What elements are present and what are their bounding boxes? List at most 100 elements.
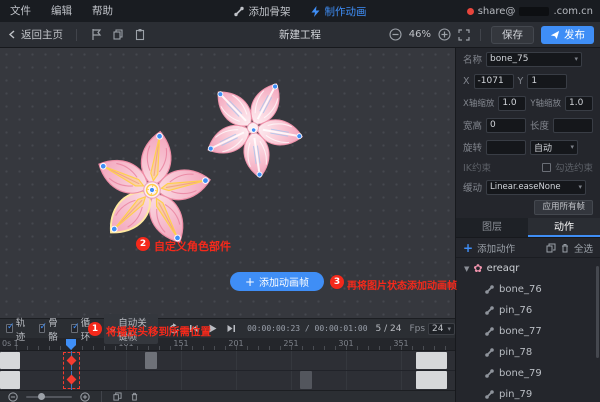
divider: [480, 28, 481, 41]
bone-icon: [485, 306, 494, 315]
keyframe-block[interactable]: [0, 352, 20, 369]
menu-file[interactable]: 文件: [0, 0, 41, 22]
bone-label: bone_77: [499, 326, 542, 337]
delete-frame-icon[interactable]: [130, 392, 139, 401]
copy-icon[interactable]: [112, 28, 124, 41]
ruler-tick: 151: [173, 339, 189, 348]
paste-icon[interactable]: [134, 28, 146, 41]
ik-checkbox[interactable]: [541, 162, 551, 172]
ik-label: IK约束: [463, 163, 492, 174]
tree-bone-item[interactable]: pin_76: [456, 300, 600, 321]
next-frame-button[interactable]: [226, 323, 237, 334]
checkbox-checked-icon: [38, 322, 47, 333]
back-home-label: 返回主页: [21, 29, 63, 41]
select-all-button[interactable]: 全选: [574, 241, 593, 255]
step-3-badge: 3: [330, 275, 344, 289]
slider-thumb[interactable]: [38, 393, 45, 400]
ruler-tick: 251: [283, 339, 299, 348]
flower-left[interactable]: [84, 123, 220, 254]
toggle-track-label: 轨迹: [15, 317, 26, 343]
menu-edit[interactable]: 编辑: [41, 0, 82, 22]
keyframe-block[interactable]: [416, 371, 447, 389]
timeline-zoom-slider[interactable]: [26, 393, 72, 400]
keyframe-block[interactable]: [0, 371, 20, 389]
step-2-badge: 2: [136, 237, 150, 251]
duplicate-action-icon[interactable]: [546, 243, 556, 253]
account-info[interactable]: share@ .com.cn: [466, 0, 593, 22]
checkbox-checked-icon: [71, 322, 79, 333]
tab-add-skeleton[interactable]: 添加骨架: [234, 4, 291, 19]
publish-label: 发布: [564, 29, 585, 41]
length-label: 长度: [530, 121, 550, 132]
bone-label: bone_76: [499, 284, 542, 295]
flower-right[interactable]: [185, 60, 322, 195]
delete-action-icon[interactable]: [560, 243, 570, 253]
menu-help[interactable]: 帮助: [82, 0, 123, 22]
root-joint-dot[interactable]: [148, 186, 156, 194]
tab-actions[interactable]: 动作: [528, 218, 600, 237]
skeleton-icon: [234, 6, 245, 17]
tab-layers[interactable]: 图层: [456, 218, 528, 237]
scale-y-field[interactable]: 1.0: [565, 95, 593, 111]
step-2-text: 自定义角色部件: [154, 240, 231, 253]
timeline-zoom-in-icon[interactable]: [80, 391, 90, 402]
size-label: 宽高: [463, 121, 483, 132]
timeline-ruler[interactable]: 0s 1 51 101 151 201 251 301 351: [0, 338, 455, 351]
length-field[interactable]: [553, 117, 593, 133]
keyframe-block[interactable]: [416, 352, 447, 369]
timeline-zoom-out-icon[interactable]: [8, 391, 18, 402]
apply-all-frames-button[interactable]: 应用所有帧: [534, 199, 593, 215]
account-email-prefix: share@: [477, 5, 516, 17]
add-keyframe-button[interactable]: + 添加动画帧: [230, 272, 324, 291]
timecode-display: 00:00:00:23 / 00:00:01:00: [247, 324, 368, 333]
rotation-field[interactable]: [486, 139, 527, 155]
zoom-level[interactable]: 46%: [409, 29, 431, 40]
publish-button[interactable]: 发布: [541, 25, 594, 44]
bone-select-value: bone_75: [490, 54, 529, 64]
fit-screen-icon[interactable]: [458, 28, 470, 41]
bone-label: pin_78: [499, 347, 533, 358]
scale-y-label: Y轴缩放: [530, 99, 562, 109]
bone-label: pin_79: [499, 389, 533, 400]
toggle-track[interactable]: 轨迹: [6, 315, 29, 343]
y-field[interactable]: 1: [527, 73, 568, 89]
account-email-suffix: .com.cn: [553, 5, 593, 17]
toggle-bones[interactable]: 骨骼: [38, 315, 62, 343]
back-home-button[interactable]: 返回主页: [8, 27, 63, 42]
tree-bone-item[interactable]: bone_77: [456, 321, 600, 342]
panel-scrollbar[interactable]: [596, 266, 599, 358]
bone-icon: [485, 369, 494, 378]
divider: [101, 390, 102, 402]
rotation-mode-select[interactable]: 自动 ▾: [530, 139, 579, 155]
scale-x-field[interactable]: 1.0: [498, 95, 527, 111]
bone-select[interactable]: bone_75 ▾: [486, 51, 583, 67]
keyframe-block[interactable]: [145, 352, 157, 369]
add-action-button[interactable]: 添加动作: [477, 241, 515, 255]
easing-select[interactable]: Linear.easeNone ▾: [486, 179, 587, 195]
tab-make-animation[interactable]: 制作动画: [311, 4, 367, 19]
tree-bone-item[interactable]: pin_78: [456, 342, 600, 363]
tree-bone-item[interactable]: pin_79: [456, 384, 600, 402]
timeline[interactable]: 0s 1 51 101 151 201 251 301 351: [0, 338, 455, 390]
save-button[interactable]: 保存: [491, 25, 534, 44]
ik-check-label: 勾选约束: [554, 163, 593, 174]
flag-icon[interactable]: [90, 28, 102, 41]
timeline-tracks[interactable]: [0, 351, 455, 390]
flower-thumbnail-icon: ✿: [473, 262, 483, 275]
action-toolbar: + 添加动作 全选: [456, 238, 600, 258]
step-1-badge: 1: [88, 322, 102, 336]
tree-bone-item[interactable]: bone_79: [456, 363, 600, 384]
bone-tree: ▼ ✿ ereaqr bone_76 pin_76 bone_77 pin_78: [456, 258, 600, 402]
zoom-out-icon[interactable]: [389, 28, 402, 41]
fps-control[interactable]: Fps 24 ▾: [409, 322, 456, 335]
keyframe-block[interactable]: [300, 371, 312, 389]
size-field[interactable]: 0: [486, 117, 526, 133]
tree-root-label: ereaqr: [486, 263, 520, 274]
chevron-down-icon: ▼: [464, 264, 470, 273]
x-field[interactable]: -1071: [473, 73, 514, 89]
tree-root-item[interactable]: ▼ ✿ ereaqr: [456, 258, 600, 279]
zoom-in-icon[interactable]: [438, 28, 451, 41]
plus-icon: +: [463, 240, 474, 255]
copy-frame-icon[interactable]: [113, 392, 122, 401]
tree-bone-item[interactable]: bone_76: [456, 279, 600, 300]
